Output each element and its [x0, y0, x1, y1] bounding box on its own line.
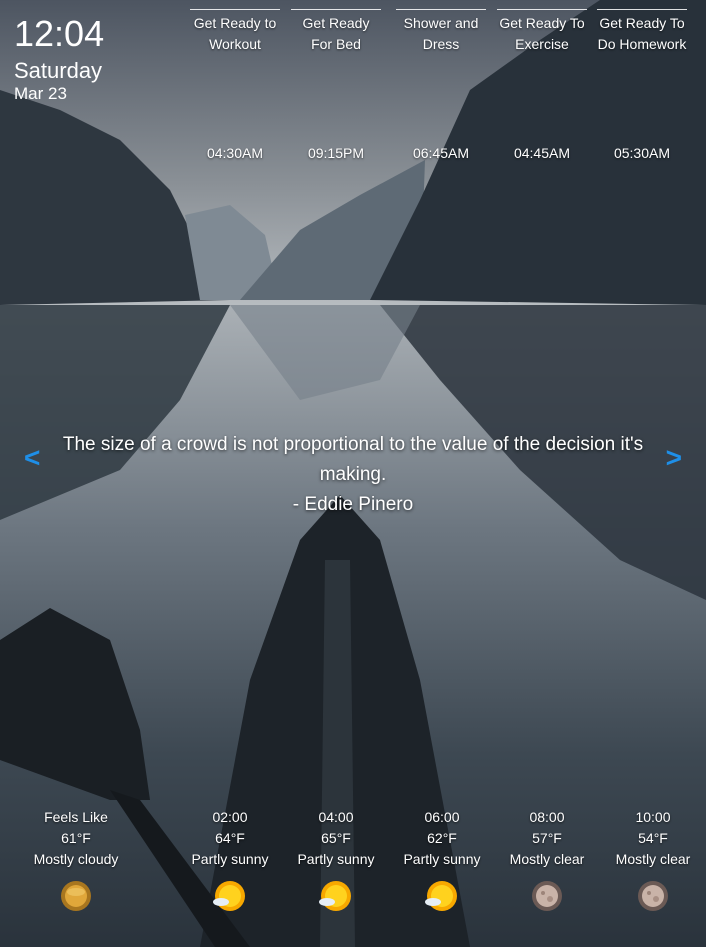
next-quote-button[interactable]: > [666, 442, 682, 474]
weather-hour: 04:00 65°F Partly sunny [283, 807, 389, 914]
clock-day: Saturday [14, 58, 103, 83]
weather-condition: Partly sunny [403, 851, 481, 867]
routine-divider [497, 9, 587, 10]
quote-author: - Eddie Pinero [292, 494, 414, 515]
weather-label: 10:00 [635, 809, 671, 825]
routine-item[interactable]: Get Ready To Do Homework 05:30AM [597, 9, 687, 161]
weather-hour: 10:00 54°F Mostly clear [600, 807, 706, 914]
routine-name: Get Ready to Workout [193, 15, 277, 52]
partly-sunny-icon [319, 881, 351, 911]
moon-icon [638, 881, 668, 911]
clock-date: Mar 23 [14, 84, 67, 103]
moon-icon [532, 881, 562, 911]
weather-temp: 65°F [321, 830, 351, 846]
routine-item[interactable]: Get Ready For Bed 09:15PM [291, 9, 381, 161]
routine-divider [396, 9, 486, 10]
clock-time: 12:04 [14, 13, 105, 54]
weather-hour: 02:00 64°F Partly sunny [177, 807, 283, 914]
weather-label: Feels Like [44, 809, 108, 825]
partly-sunny-icon [425, 881, 457, 911]
weather-label: 08:00 [529, 809, 565, 825]
routine-divider [190, 9, 280, 10]
routine-time: 04:45AM [513, 145, 571, 161]
routine-time: 05:30AM [613, 145, 671, 161]
quote-text: The size of a crowd is not proportional … [62, 434, 644, 485]
routine-divider [291, 9, 381, 10]
routine-time: 06:45AM [412, 145, 470, 161]
partly-sunny-icon [213, 881, 245, 911]
weather-hour: 08:00 57°F Mostly clear [494, 807, 600, 914]
routine-list: Get Ready to Workout 04:30AM Get Ready F… [190, 9, 696, 161]
weather-temp: 61°F [61, 830, 91, 846]
routine-name: Get Ready To Exercise [499, 15, 585, 52]
routine-name: Shower and Dress [403, 15, 479, 52]
weather-current: Feels Like 61°F Mostly cloudy [23, 807, 129, 914]
quote-widget: The size of a crowd is not proportional … [60, 430, 646, 520]
weather-temp: 64°F [215, 830, 245, 846]
weather-label: 02:00 [212, 809, 248, 825]
routine-time: 04:30AM [206, 145, 264, 161]
weather-forecast: Feels Like 61°F Mostly cloudy 02:00 64°F… [0, 807, 706, 917]
weather-condition: Mostly clear [509, 851, 585, 867]
previous-quote-button[interactable]: < [24, 442, 40, 474]
weather-temp: 62°F [427, 830, 457, 846]
routine-item[interactable]: Shower and Dress 06:45AM [396, 9, 486, 161]
routine-time: 09:15PM [307, 145, 365, 161]
weather-condition: Partly sunny [297, 851, 375, 867]
routine-name: Get Ready To Do Homework [597, 15, 687, 52]
weather-label: 06:00 [424, 809, 460, 825]
weather-temp: 57°F [532, 830, 562, 846]
clock-widget: 12:04 Saturday Mar 23 [14, 14, 104, 104]
routine-item[interactable]: Get Ready to Workout 04:30AM [190, 9, 280, 161]
routine-name: Get Ready For Bed [302, 15, 370, 52]
weather-hour: 06:00 62°F Partly sunny [389, 807, 495, 914]
weather-condition: Partly sunny [191, 851, 269, 867]
weather-condition: Mostly clear [615, 851, 691, 867]
weather-condition: Mostly cloudy [33, 851, 119, 867]
routine-item[interactable]: Get Ready To Exercise 04:45AM [497, 9, 587, 161]
weather-temp: 54°F [638, 830, 668, 846]
cloudy-sun-icon [61, 881, 91, 911]
weather-label: 04:00 [318, 809, 354, 825]
routine-divider [597, 9, 687, 10]
